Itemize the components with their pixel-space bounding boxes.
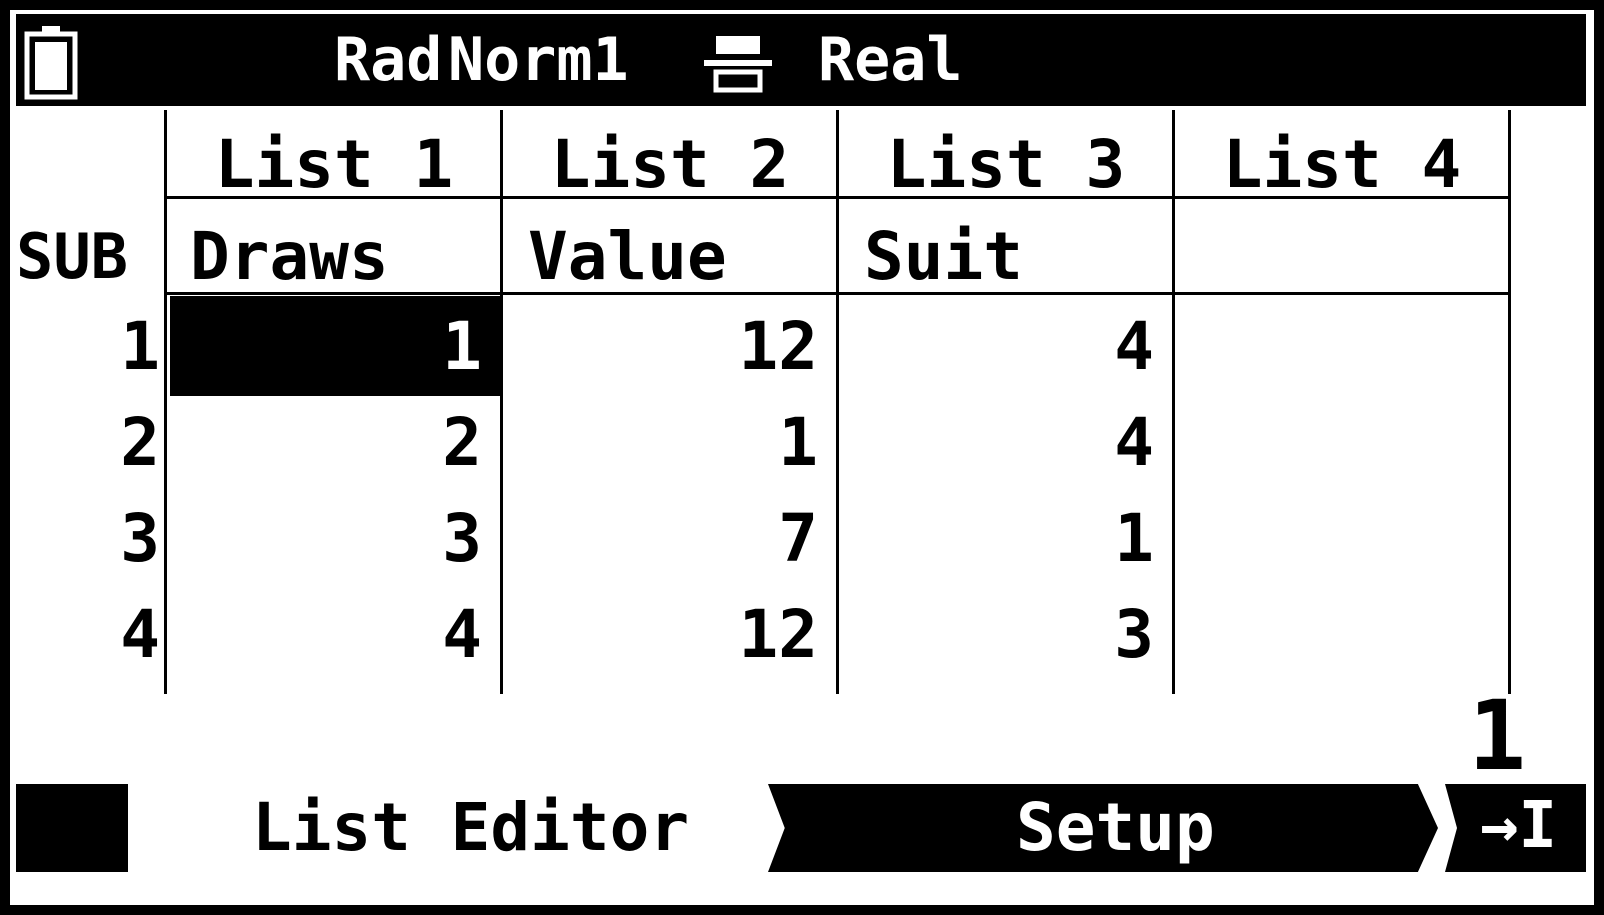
math-input-icon (704, 36, 772, 93)
table-cell[interactable]: 4 (180, 596, 482, 674)
tab-setup[interactable]: Setup (768, 784, 1438, 872)
list-header[interactable]: List 3 (839, 126, 1173, 204)
list-subname[interactable]: Draws (190, 218, 389, 296)
tab-setup-label: Setup (1016, 789, 1215, 866)
fkey-blank (16, 784, 128, 872)
table-cell[interactable]: 1 (516, 404, 818, 482)
row-number: 2 (120, 404, 160, 481)
table-cell[interactable]: 12 (516, 596, 818, 674)
row-number: 3 (120, 500, 160, 577)
table-cell[interactable]: 3 (180, 500, 482, 578)
battery-icon (24, 26, 78, 100)
list-subname[interactable]: Suit (864, 218, 1023, 296)
function-key-bar: List Editor Setup →I (16, 784, 1586, 872)
table-cell[interactable]: 4 (852, 308, 1154, 386)
angle-mode: Rad (334, 25, 443, 95)
table-cell[interactable]: 7 (516, 500, 818, 578)
display-mode: Norm1 (448, 25, 629, 95)
table-cell[interactable]: 2 (180, 404, 482, 482)
table-cell[interactable]: 3 (852, 596, 1154, 674)
row-number: 4 (120, 596, 160, 673)
list-header[interactable]: List 4 (1175, 126, 1509, 204)
table-cell[interactable]: 4 (852, 404, 1154, 482)
tab-more[interactable]: →I (1445, 784, 1586, 872)
row-number: 1 (120, 308, 160, 385)
list-subname[interactable]: Value (528, 218, 727, 296)
list-header[interactable]: List 1 (167, 126, 501, 204)
complex-mode: Real (818, 25, 963, 95)
status-bar: Rad Norm1 Real (16, 14, 1586, 106)
calculator-screen: Rad Norm1 Real List 1 List 2 List 3 List… (10, 10, 1594, 905)
arrow-right-bar-icon: →I (1480, 789, 1558, 863)
table-cell[interactable]: 12 (516, 308, 818, 386)
cell-value-readout: 1 (1468, 680, 1526, 792)
tab-list-editor[interactable]: List Editor (128, 784, 778, 872)
sub-label: SUB (16, 220, 128, 293)
table-cell[interactable]: 1 (852, 500, 1154, 578)
table-cell[interactable]: 1 (180, 308, 482, 386)
tab-list-editor-label: List Editor (252, 789, 690, 866)
list-header[interactable]: List 2 (503, 126, 837, 204)
